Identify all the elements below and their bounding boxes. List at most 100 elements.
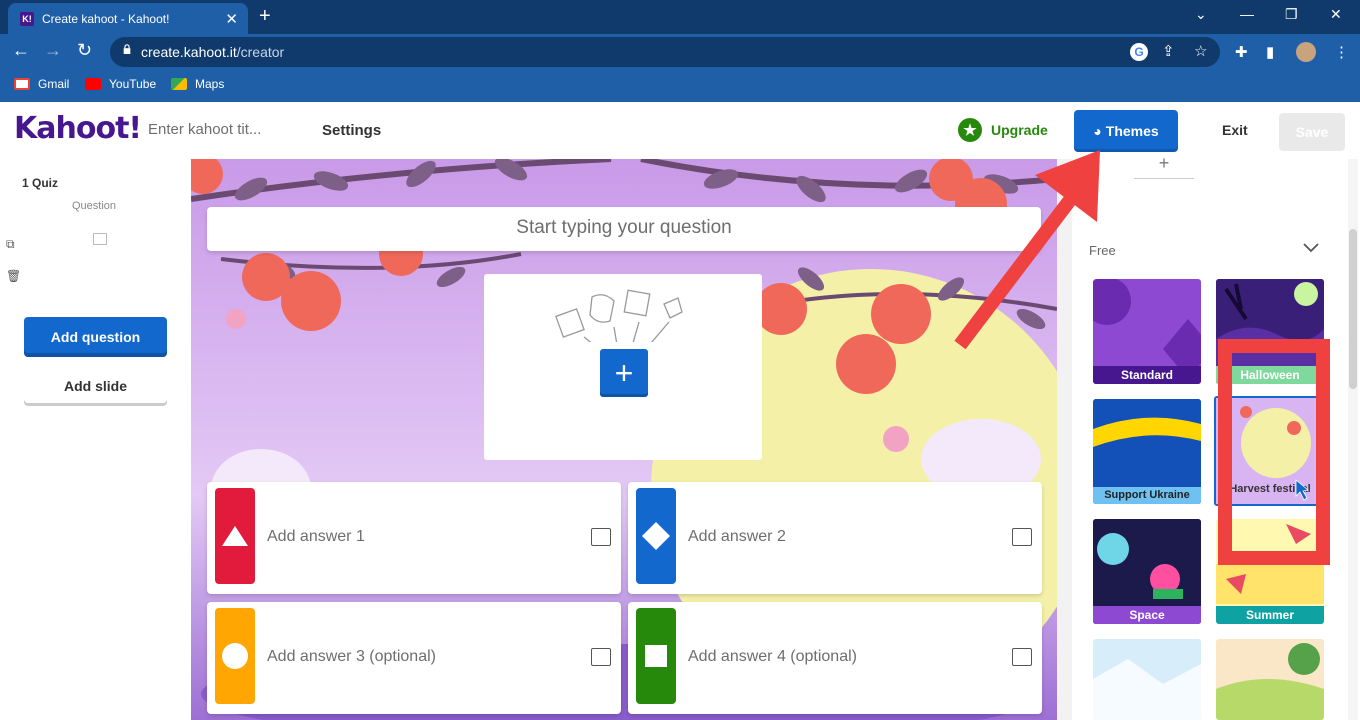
bookmarks-bar: Gmail YouTube Maps [0, 70, 1360, 102]
add-image-icon[interactable] [1012, 648, 1032, 666]
forward-icon[interactable]: → [44, 40, 62, 61]
theme-summer[interactable]: Summer [1216, 519, 1324, 624]
answer-2[interactable]: Add answer 2 [628, 482, 1042, 594]
answer-1[interactable]: Add answer 1 [207, 482, 621, 594]
add-image-icon[interactable] [591, 648, 611, 666]
add-slide-button[interactable]: Add slide [24, 366, 167, 406]
exit-button[interactable]: Exit [1222, 122, 1248, 138]
close-tab-icon[interactable]: ✕ [225, 10, 238, 28]
theme-winter-partial[interactable] [1093, 639, 1201, 720]
slides-sidebar: 1 Quiz Question ⧉ 🗑 Add question Add sli… [0, 159, 190, 720]
extensions-icon[interactable]: ✚ [1235, 43, 1248, 61]
kahoot-logo[interactable]: Kahoot! [14, 111, 142, 146]
bookmark-maps[interactable]: Maps [171, 77, 224, 91]
add-image-icon[interactable] [1012, 528, 1032, 546]
kahoot-favicon-icon: K! [20, 11, 34, 26]
theme-label: Space [1093, 606, 1201, 624]
settings-button[interactable]: Settings [322, 122, 381, 139]
circle-icon [215, 608, 255, 704]
add-image-icon[interactable] [591, 528, 611, 546]
maps-icon [171, 78, 187, 90]
themes-label: Themes [1105, 123, 1159, 139]
kahoot-header: Kahoot! Enter kahoot tit... Settings ★ U… [0, 103, 1360, 159]
palette-icon: ◕ [1093, 123, 1102, 139]
answer-text: Add answer 1 [267, 528, 365, 545]
google-icon[interactable]: G [1130, 43, 1148, 61]
canvas-scrollbar[interactable] [1057, 159, 1072, 720]
youtube-icon [85, 78, 101, 90]
theme-support-ukraine[interactable]: Support Ukraine [1093, 399, 1201, 504]
upgrade-button[interactable]: ★ Upgrade [958, 118, 1048, 142]
themes-button[interactable]: ◕ Themes [1074, 110, 1178, 152]
bookmark-star-icon[interactable]: ☆ [1194, 42, 1207, 60]
answer-3[interactable]: Add answer 3 (optional) [207, 602, 621, 714]
lock-icon [123, 44, 131, 54]
answer-text: Add answer 4 (optional) [688, 648, 857, 665]
question-input[interactable]: Start typing your question [207, 207, 1041, 251]
delete-icon[interactable]: 🗑 [6, 269, 21, 283]
menu-icon[interactable]: ⋮ [1334, 43, 1349, 61]
duplicate-icon[interactable]: ⧉ [6, 237, 15, 252]
media-illustration-icon [555, 289, 683, 342]
browser-toolbar: ← → ↻ create.kahoot.it/creator G ⇪ ☆ ✚ ▮… [0, 34, 1360, 70]
theme-label: Halloween [1216, 366, 1324, 384]
close-window-icon[interactable]: ✕ [1330, 6, 1342, 23]
theme-halloween[interactable]: Halloween [1216, 279, 1324, 384]
bookmark-youtube[interactable]: YouTube [85, 77, 156, 91]
share-icon[interactable]: ⇪ [1162, 42, 1175, 60]
minimize-icon[interactable]: — [1240, 6, 1254, 22]
theme-harvest-festival[interactable]: Harvest festival [1214, 396, 1326, 506]
gmail-icon [14, 78, 30, 90]
restore-icon[interactable]: ❐ [1285, 6, 1298, 23]
theme-label: Harvest festival [1216, 481, 1324, 498]
question-canvas: Start typing your question + Add answer … [191, 159, 1057, 720]
bookmark-label: YouTube [109, 77, 157, 91]
theme-label: Support Ukraine [1093, 487, 1201, 504]
reload-icon[interactable]: ↻ [77, 40, 92, 61]
media-upload-area[interactable]: + [484, 274, 762, 460]
browser-tab[interactable]: K! Create kahoot - Kahoot! ✕ [8, 3, 248, 34]
theme-standard[interactable]: Standard [1093, 279, 1201, 384]
square-icon [636, 608, 676, 704]
address-bar[interactable]: create.kahoot.it/creator G ⇪ ☆ [110, 37, 1220, 67]
theme-label: Summer [1216, 606, 1324, 624]
slide-thumbnail[interactable]: Question [22, 195, 178, 265]
side-panel-icon[interactable]: ▮ [1266, 43, 1274, 61]
triangle-icon [215, 488, 255, 584]
url-text: create.kahoot.it/creator [141, 44, 284, 60]
url-path: /creator [236, 44, 285, 60]
bookmark-label: Gmail [38, 77, 70, 91]
star-icon: ★ [958, 118, 982, 142]
slide-number-label: 1 Quiz [22, 176, 59, 190]
chevron-down-icon[interactable] [1302, 239, 1320, 257]
slide-type-label: Question [72, 200, 117, 212]
back-icon[interactable]: ← [12, 40, 30, 61]
garden-pattern [1216, 643, 1324, 720]
browser-tabstrip: K! Create kahoot - Kahoot! ✕ + ⌄ — ❐ ✕ [0, 0, 1360, 34]
diamond-icon [636, 488, 676, 584]
free-section-label: Free [1089, 243, 1116, 258]
theme-label: Standard [1093, 366, 1201, 384]
themes-scrollbar[interactable] [1348, 159, 1358, 720]
theme-garden-partial[interactable] [1216, 639, 1324, 720]
kahoot-title-input[interactable]: Enter kahoot tit... [148, 121, 261, 138]
tab-search-icon[interactable]: ⌄ [1195, 6, 1207, 23]
tab-title: Create kahoot - Kahoot! [42, 11, 170, 26]
url-host: create.kahoot.it [141, 44, 237, 60]
answer-text: Add answer 3 (optional) [267, 648, 436, 665]
theme-space[interactable]: Space [1093, 519, 1201, 624]
add-media-button[interactable]: + [600, 349, 648, 397]
scrollbar-thumb[interactable] [1349, 229, 1357, 389]
add-theme-icon[interactable]: + [1134, 154, 1194, 179]
bookmark-gmail[interactable]: Gmail [14, 77, 69, 91]
bookmark-label: Maps [195, 77, 225, 91]
winter-pattern [1093, 659, 1201, 720]
save-button[interactable]: Save [1279, 113, 1345, 151]
answer-4[interactable]: Add answer 4 (optional) [628, 602, 1042, 714]
profile-avatar[interactable] [1296, 42, 1316, 62]
upgrade-label: Upgrade [991, 122, 1048, 138]
answer-text: Add answer 2 [688, 528, 786, 545]
new-tab-icon[interactable]: + [259, 5, 271, 28]
add-question-button[interactable]: Add question [24, 317, 167, 357]
themes-panel: + Free Standard Halloween Support Ukrain… [1072, 154, 1360, 720]
